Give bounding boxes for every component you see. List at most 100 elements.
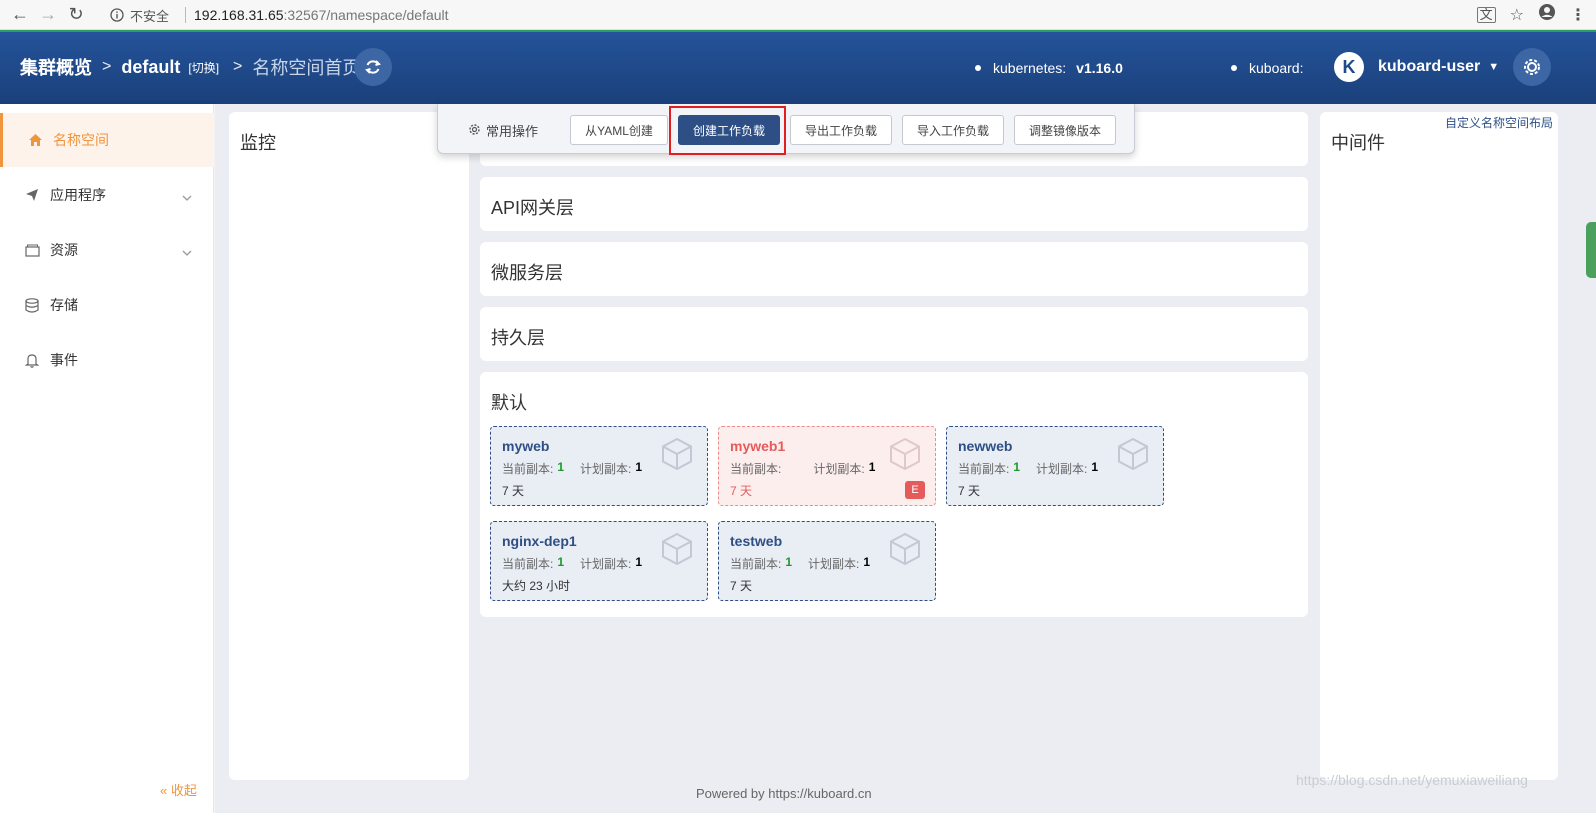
- import-workload-button[interactable]: 导入工作负载: [902, 115, 1004, 145]
- planned-replicas-value: 1: [868, 460, 876, 474]
- status-dot: [1231, 65, 1237, 71]
- create-from-yaml-button[interactable]: 从YAML创建: [570, 115, 668, 145]
- workload-replicas: 当前副本: 计划副本: 1: [730, 460, 875, 477]
- sidebar-item-label: 名称空间: [53, 132, 109, 148]
- footer-powered-by[interactable]: Powered by https://kuboard.cn: [696, 786, 872, 801]
- refresh-icon: [365, 60, 381, 74]
- sidebar-item-resources[interactable]: 资源: [0, 223, 214, 277]
- sidebar-item-applications[interactable]: 应用程序: [0, 168, 214, 222]
- current-replicas-value: 1: [785, 555, 793, 569]
- kubernetes-version: kubernetes: v1.16.0: [975, 60, 1123, 76]
- translate-icon[interactable]: 文: [1476, 6, 1496, 23]
- sidebar: 名称空间 应用程序 资源 存储 事件 « 收起: [0, 104, 214, 813]
- highlight-annotation: [669, 106, 786, 155]
- forward-icon[interactable]: →: [34, 1, 62, 29]
- cube-icon: [1117, 437, 1149, 476]
- kuboard-version: kuboard:: [1231, 60, 1303, 76]
- workload-card[interactable]: myweb1 当前副本: 计划副本: 1 7 天 E: [718, 426, 936, 506]
- user-menu[interactable]: kuboard-user ▼: [1378, 58, 1499, 76]
- default-title: 默认: [491, 393, 527, 413]
- workload-name: myweb: [502, 438, 550, 454]
- sidebar-item-namespace[interactable]: 名称空间: [0, 113, 214, 167]
- menu-icon[interactable]: ⋮: [1570, 5, 1586, 25]
- persistence-title: 持久层: [491, 328, 545, 348]
- gateway-title: API网关层: [491, 198, 575, 218]
- sidebar-item-label: 存储: [50, 297, 78, 313]
- avatar[interactable]: K: [1334, 52, 1364, 82]
- cube-icon: [661, 437, 693, 476]
- sidebar-item-events[interactable]: 事件: [0, 333, 214, 387]
- status-dot: [975, 65, 981, 71]
- url-path: :32567/namespace/default: [283, 7, 449, 23]
- chevron-right-icon: >: [102, 58, 112, 75]
- workload-card[interactable]: newweb 当前副本: 1 计划副本: 1 7 天: [946, 426, 1164, 506]
- planned-replicas-value: 1: [635, 555, 643, 569]
- scroll-handle[interactable]: [1586, 222, 1596, 278]
- current-replicas-label: 当前副本:: [730, 462, 782, 476]
- planned-replicas-label: 计划副本:: [808, 557, 860, 571]
- microservice-panel: 微服务层: [480, 242, 1308, 296]
- planned-replicas-label: 计划副本:: [580, 462, 632, 476]
- custom-layout-link[interactable]: 自定义名称空间布局: [1445, 114, 1553, 131]
- planned-replicas-label: 计划副本:: [580, 557, 632, 571]
- workload-age: 7 天: [730, 579, 753, 593]
- monitor-panel: 监控: [229, 112, 469, 780]
- workload-name: nginx-dep1: [502, 533, 577, 549]
- url-host: 192.168.31.65: [194, 7, 284, 23]
- current-replicas-value: 1: [557, 555, 565, 569]
- planned-replicas-value: 1: [635, 460, 643, 474]
- gear-icon: [468, 123, 481, 139]
- current-replicas-value: 1: [557, 460, 565, 474]
- cube-icon: [661, 532, 693, 571]
- breadcrumb-namespace[interactable]: default: [121, 57, 180, 78]
- security-indicator[interactable]: 不安全: [110, 6, 169, 25]
- url-divider: [185, 7, 187, 23]
- address-bar[interactable]: 不安全 192.168.31.65:32567/namespace/defaul…: [110, 3, 1500, 27]
- workload-card[interactable]: myweb 当前副本: 1 计划副本: 1 7 天: [490, 426, 708, 506]
- current-replicas-value: 1: [1013, 460, 1021, 474]
- account-icon[interactable]: [1538, 3, 1556, 26]
- middleware-panel: 中间件: [1320, 112, 1558, 780]
- collapse-sidebar-button[interactable]: « 收起: [160, 780, 197, 799]
- sidebar-item-label: 应用程序: [50, 187, 106, 203]
- error-badge[interactable]: E: [905, 481, 925, 499]
- common-actions-toolbar: 常用操作 从YAML创建 创建工作负载 导出工作负载 导入工作负载 调整镜像版本: [437, 104, 1135, 154]
- workload-age: 7 天: [958, 484, 981, 498]
- watermark: https://blog.csdn.net/yemuxiaweiliang: [1296, 772, 1528, 788]
- browser-toolbar: ← → ↻ 不安全 192.168.31.65:32567/namespace/…: [0, 0, 1596, 30]
- bell-icon: [24, 352, 40, 368]
- current-replicas-label: 当前副本:: [502, 462, 554, 476]
- chevron-down-icon: [182, 188, 192, 204]
- persistence-panel: 持久层: [480, 307, 1308, 361]
- refresh-button[interactable]: [354, 48, 392, 86]
- sidebar-item-storage[interactable]: 存储: [0, 278, 214, 332]
- adjust-image-version-button[interactable]: 调整镜像版本: [1014, 115, 1116, 145]
- workload-age: 7 天: [502, 484, 525, 498]
- current-replicas-label: 当前副本:: [958, 462, 1010, 476]
- breadcrumb: 集群概览 > default [切换] > 名称空间首页: [20, 54, 360, 80]
- switch-namespace-link[interactable]: [切换]: [188, 59, 219, 76]
- cube-icon: [889, 532, 921, 571]
- gear-icon: [1524, 59, 1540, 75]
- current-replicas-label: 当前副本:: [730, 557, 782, 571]
- planned-replicas-label: 计划副本:: [1036, 462, 1088, 476]
- toolbar-label-text: 常用操作: [486, 124, 539, 139]
- back-icon[interactable]: ←: [6, 1, 34, 29]
- breadcrumb-cluster[interactable]: 集群概览: [20, 54, 92, 80]
- workload-replicas: 当前副本: 1 计划副本: 1: [502, 555, 642, 572]
- planned-replicas-value: 1: [1091, 460, 1099, 474]
- gateway-panel: API网关层: [480, 177, 1308, 231]
- star-icon[interactable]: ☆: [1510, 5, 1524, 25]
- workload-card[interactable]: testweb 当前副本: 1 计划副本: 1 7 天: [718, 521, 936, 601]
- settings-button[interactable]: [1513, 48, 1551, 86]
- user-name: kuboard-user: [1378, 58, 1481, 75]
- kubernetes-version-value: v1.16.0: [1076, 60, 1123, 76]
- workload-age: 大约 23 小时: [502, 579, 571, 593]
- workload-card[interactable]: nginx-dep1 当前副本: 1 计划副本: 1 大约 23 小时: [490, 521, 708, 601]
- sidebar-item-label: 事件: [50, 352, 78, 368]
- app-header: 集群概览 > default [切换] > 名称空间首页 kubernetes:…: [0, 30, 1596, 104]
- reload-icon[interactable]: ↻: [62, 1, 90, 29]
- export-workload-button[interactable]: 导出工作负载: [790, 115, 892, 145]
- chevron-right-icon: >: [233, 58, 243, 75]
- workload-replicas: 当前副本: 1 计划副本: 1: [502, 460, 642, 477]
